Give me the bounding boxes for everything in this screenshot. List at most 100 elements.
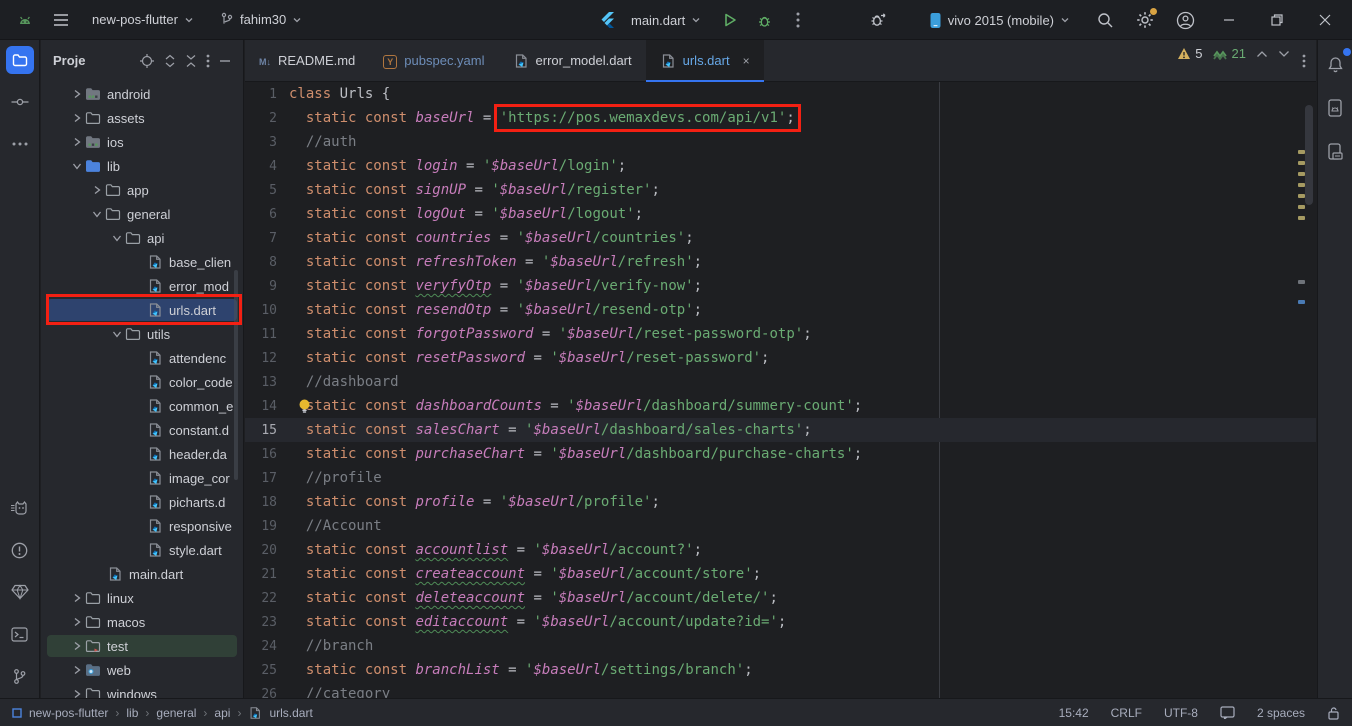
chevron-down-icon[interactable]	[109, 230, 125, 246]
tree-item-android[interactable]: android	[41, 82, 243, 106]
tree-item-assets[interactable]: assets	[41, 106, 243, 130]
tree-item-main.dart[interactable]: main.dart	[41, 562, 243, 586]
tree-item-utils[interactable]: utils	[41, 322, 243, 346]
code-line-1[interactable]: 1class Urls {	[245, 82, 1316, 106]
line-number[interactable]: 4	[245, 159, 289, 174]
chevron-right-icon[interactable]	[69, 686, 85, 698]
notifications-status-icon[interactable]	[1220, 706, 1235, 719]
run-configuration-selector[interactable]: main.dart	[623, 6, 709, 34]
code-line-19[interactable]: 19 //Account	[245, 514, 1316, 538]
line-number[interactable]: 2	[245, 111, 289, 126]
code-line-26[interactable]: 26 //category	[245, 682, 1316, 698]
code-line-25[interactable]: 25 static const branchList = '$baseUrl/s…	[245, 658, 1316, 682]
tree-item-style.dart[interactable]: style.dart	[41, 538, 243, 562]
line-number[interactable]: 14	[245, 399, 289, 414]
inspections-widget[interactable]: 5 21	[1177, 46, 1290, 61]
line-number[interactable]: 5	[245, 183, 289, 198]
project-selector[interactable]: new-pos-flutter	[84, 6, 202, 34]
line-number[interactable]: 24	[245, 639, 289, 654]
settings-gear-icon[interactable]	[1132, 7, 1158, 33]
code-line-10[interactable]: 10 static const resendOtp = '$baseUrl/re…	[245, 298, 1316, 322]
vcs-branch-selector[interactable]: fahim30	[212, 6, 310, 34]
code-line-6[interactable]: 6 static const logOut = '$baseUrl/logout…	[245, 202, 1316, 226]
tab-error_model.dart[interactable]: error_model.dart	[499, 40, 646, 81]
more-run-actions-kebab-icon[interactable]	[785, 7, 811, 33]
code-line-9[interactable]: 9 static const veryfyOtp = '$baseUrl/ver…	[245, 274, 1316, 298]
code-line-13[interactable]: 13 //dashboard	[245, 370, 1316, 394]
window-minimize-button[interactable]	[1212, 0, 1246, 40]
line-number[interactable]: 16	[245, 447, 289, 462]
line-number[interactable]: 10	[245, 303, 289, 318]
chevron-right-icon[interactable]	[69, 638, 85, 654]
chevron-down-icon[interactable]	[69, 158, 85, 174]
tree-item-macos[interactable]: macos	[41, 610, 243, 634]
line-separator[interactable]: CRLF	[1111, 706, 1142, 720]
problems-toolwindow-icon[interactable]	[6, 536, 34, 564]
code-line-15[interactable]: 15 static const salesChart = '$baseUrl/d…	[245, 418, 1316, 442]
code-line-20[interactable]: 20 static const accountlist = '$baseUrl/…	[245, 538, 1316, 562]
device-manager-icon[interactable]	[1321, 138, 1349, 166]
hide-panel-icon[interactable]	[219, 59, 231, 63]
previous-highlight-chevron-icon[interactable]	[1256, 50, 1268, 58]
tree-item-attendenc[interactable]: attendenc	[41, 346, 243, 370]
tree-item-api[interactable]: api	[41, 226, 243, 250]
breadcrumb-item-lib[interactable]: lib	[126, 706, 138, 720]
code-line-2[interactable]: 2 static const baseUrl = 'https://pos.we…	[245, 106, 1316, 130]
search-everywhere-icon[interactable]	[1092, 7, 1118, 33]
chevron-right-icon[interactable]	[69, 134, 85, 150]
tree-item-color_code[interactable]: color_code	[41, 370, 243, 394]
tree-item-general[interactable]: general	[41, 202, 243, 226]
run-button[interactable]	[717, 7, 743, 33]
line-number[interactable]: 11	[245, 327, 289, 342]
code-line-23[interactable]: 23 static const editaccount = '$baseUrl/…	[245, 610, 1316, 634]
line-number[interactable]: 19	[245, 519, 289, 534]
breadcrumb-item-new-pos-flutter[interactable]: new-pos-flutter	[29, 706, 108, 720]
app-quality-insights-gem-icon[interactable]	[6, 578, 34, 606]
code-line-4[interactable]: 4 static const login = '$baseUrl/login';	[245, 154, 1316, 178]
tab-README.md[interactable]: M↓README.md	[245, 40, 369, 81]
chevron-right-icon[interactable]	[69, 86, 85, 102]
tree-item-app[interactable]: app	[41, 178, 243, 202]
tree-item-responsive[interactable]: responsive	[41, 514, 243, 538]
more-tool-windows-icon[interactable]	[6, 130, 34, 158]
error-stripe[interactable]	[1294, 82, 1316, 698]
tree-item-constant.d[interactable]: constant.d	[41, 418, 243, 442]
chevron-right-icon[interactable]	[69, 614, 85, 630]
intention-bulb-icon[interactable]	[297, 398, 312, 414]
tree-item-web[interactable]: web	[41, 658, 243, 682]
git-toolwindow-icon[interactable]	[6, 662, 34, 690]
code-line-12[interactable]: 12 static const resetPassword = '$baseUr…	[245, 346, 1316, 370]
editor-scrollbar-thumb[interactable]	[1305, 105, 1313, 205]
line-number[interactable]: 8	[245, 255, 289, 270]
tab-pubspec.yaml[interactable]: Ypubspec.yaml	[369, 40, 498, 81]
tree-item-header.da[interactable]: header.da	[41, 442, 243, 466]
window-restore-button[interactable]	[1260, 0, 1294, 40]
chevron-down-icon[interactable]	[89, 206, 105, 222]
line-number[interactable]: 13	[245, 375, 289, 390]
chevron-right-icon[interactable]	[89, 182, 105, 198]
logcat-toolwindow-icon[interactable]	[6, 494, 34, 522]
code-line-16[interactable]: 16 static const purchaseChart = '$baseUr…	[245, 442, 1316, 466]
code-line-5[interactable]: 5 static const signUP = '$baseUrl/regist…	[245, 178, 1316, 202]
breadcrumb-item-api[interactable]: api	[214, 706, 230, 720]
line-number[interactable]: 26	[245, 687, 289, 699]
tree-item-test[interactable]: test	[41, 634, 243, 658]
chevron-down-icon[interactable]	[109, 326, 125, 342]
tabbar-options-kebab-icon[interactable]	[1302, 40, 1306, 82]
line-number[interactable]: 25	[245, 663, 289, 678]
breadcrumb-item-general[interactable]: general	[156, 706, 196, 720]
file-encoding[interactable]: UTF-8	[1164, 706, 1198, 720]
tree-item-ios[interactable]: ios	[41, 130, 243, 154]
code-line-21[interactable]: 21 static const createaccount = '$baseUr…	[245, 562, 1316, 586]
line-number[interactable]: 12	[245, 351, 289, 366]
typos-count[interactable]: 21	[1213, 46, 1246, 61]
line-number[interactable]: 7	[245, 231, 289, 246]
tree-item-image_cor[interactable]: image_cor	[41, 466, 243, 490]
code-line-7[interactable]: 7 static const countries = '$baseUrl/cou…	[245, 226, 1316, 250]
tree-item-lib[interactable]: lib	[41, 154, 243, 178]
line-number[interactable]: 20	[245, 543, 289, 558]
code-editor[interactable]: 1class Urls {2 static const baseUrl = 'h…	[245, 82, 1316, 698]
line-number[interactable]: 22	[245, 591, 289, 606]
line-number[interactable]: 9	[245, 279, 289, 294]
notifications-bell-icon[interactable]	[1321, 50, 1349, 78]
